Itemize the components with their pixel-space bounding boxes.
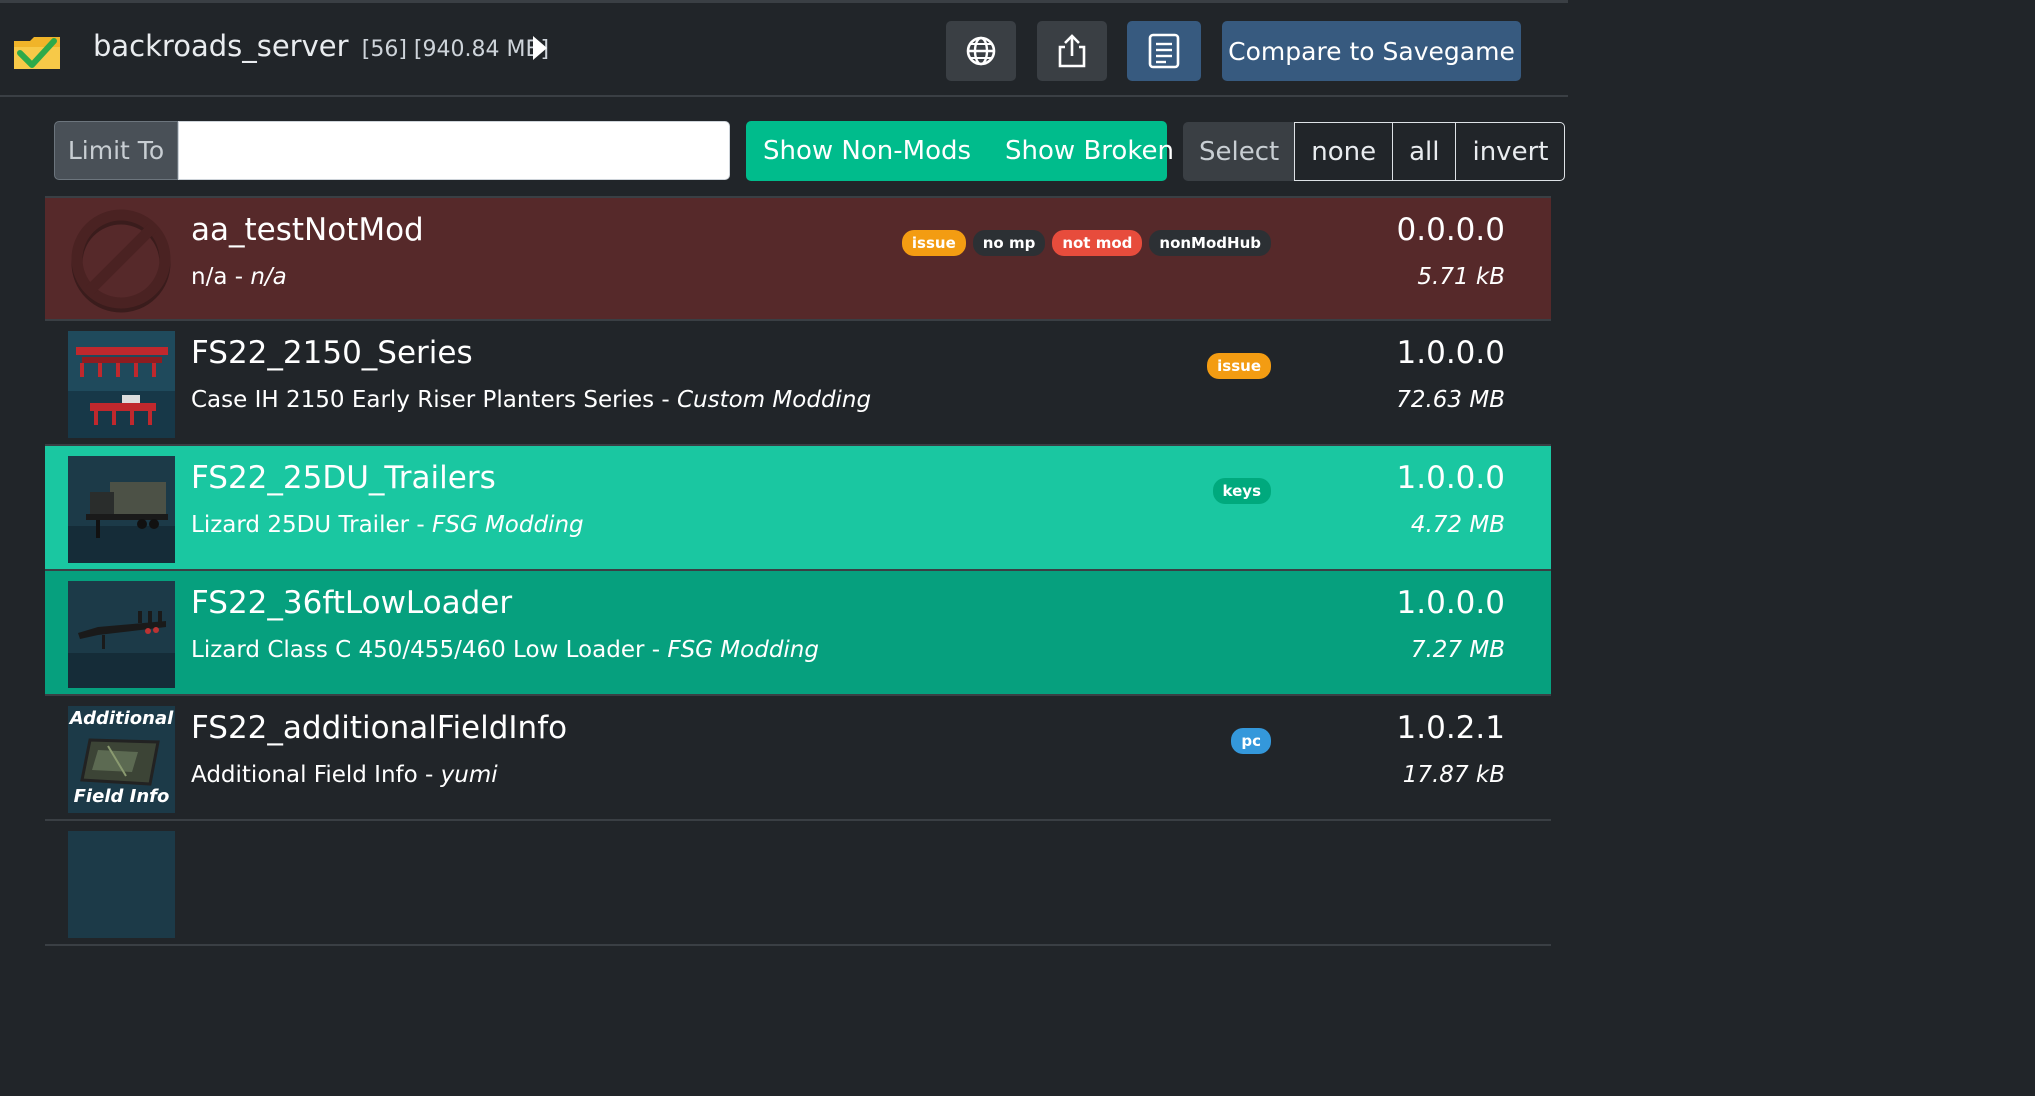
mod-author: FSG Modding xyxy=(431,512,584,538)
select-none-button[interactable]: none xyxy=(1294,122,1394,181)
badge-pc: pc xyxy=(1231,728,1271,754)
mod-title: Lizard Class C 450/455/460 Low Loader xyxy=(191,637,645,663)
mod-row[interactable]: FS22_2150_Series Case IH 2150 Early Rise… xyxy=(45,321,1551,446)
mod-author: Custom Modding xyxy=(677,387,872,413)
compare-savegame-label: Compare to Savegame xyxy=(1228,36,1515,66)
mod-description: Lizard 25DU Trailer - FSG Modding xyxy=(191,512,584,538)
filter-toggle-group: Show Non-Mods Show Broken xyxy=(746,121,1174,181)
play-icon[interactable] xyxy=(532,35,548,61)
select-invert-button[interactable]: invert xyxy=(1455,122,1566,181)
share-icon xyxy=(1058,34,1086,68)
show-non-mods-toggle[interactable]: Show Non-Mods xyxy=(746,136,988,166)
not-allowed-icon xyxy=(71,209,171,313)
mod-name: FS22_additionalFieldInfo xyxy=(191,710,568,746)
compare-savegame-button[interactable]: Compare to Savegame xyxy=(1222,21,1521,81)
folder-check-icon xyxy=(14,37,60,69)
mod-size: 4.72 MB xyxy=(1410,512,1505,538)
mod-thumbnail xyxy=(68,581,175,688)
mod-row[interactable]: aa_testNotMod n/a - n/a issue no mp not … xyxy=(45,196,1551,321)
mod-description: Case IH 2150 Early Riser Planters Series… xyxy=(191,387,872,413)
mod-author: FSG Modding xyxy=(667,637,819,663)
mod-size: 7.27 MB xyxy=(1410,637,1505,663)
notes-icon xyxy=(1148,33,1180,69)
select-all-button[interactable]: all xyxy=(1392,122,1457,181)
mod-title: Additional Field Info xyxy=(191,762,418,788)
thumb-caption-top: Additional xyxy=(69,708,174,729)
share-button[interactable] xyxy=(1037,21,1107,81)
mod-thumbnail xyxy=(68,456,175,563)
mod-description: Additional Field Info - yumi xyxy=(191,762,498,788)
mod-row[interactable]: Additional Field Info FS22_additionalFie… xyxy=(45,696,1551,821)
globe-button[interactable] xyxy=(946,21,1016,81)
mod-version: 1.0.0.0 xyxy=(1396,585,1505,621)
badge-non-modhub: nonModHub xyxy=(1149,230,1271,256)
mod-list: aa_testNotMod n/a - n/a issue no mp not … xyxy=(45,196,1551,946)
mod-thumbnail xyxy=(68,331,175,438)
mod-name: aa_testNotMod xyxy=(191,212,424,248)
collection-title: backroads_server [56] [940.84 MB] xyxy=(93,29,549,63)
collection-name: backroads_server xyxy=(93,29,349,63)
mod-size: 17.87 kB xyxy=(1402,762,1505,788)
collection-header: backroads_server [56] [940.84 MB] Compar… xyxy=(0,3,1568,97)
mod-name: FS22_25DU_Trailers xyxy=(191,460,496,496)
mod-author: yumi xyxy=(440,762,498,788)
mod-row[interactable]: FS22_36ftLowLoader Lizard Class C 450/45… xyxy=(45,571,1551,696)
badge-issue: issue xyxy=(901,230,966,256)
mod-title: n/a xyxy=(191,264,228,290)
show-broken-toggle[interactable]: Show Broken xyxy=(988,136,1191,166)
mod-version: 1.0.0.0 xyxy=(1396,460,1505,496)
badge-issue: issue xyxy=(1207,353,1271,379)
badge-group: issue no mp not mod nonModHub xyxy=(901,230,1271,256)
mod-size: 5.71 kB xyxy=(1417,264,1505,290)
mod-description: Lizard Class C 450/455/460 Low Loader - … xyxy=(191,637,819,663)
mod-version: 0.0.0.0 xyxy=(1396,212,1505,248)
mod-row-partial[interactable] xyxy=(45,821,1551,946)
mod-version: 1.0.2.1 xyxy=(1396,710,1505,746)
select-button-group: Select none all invert xyxy=(1183,122,1566,181)
badge-group: issue xyxy=(1207,353,1271,379)
mod-author: n/a xyxy=(250,264,287,290)
mod-thumbnail xyxy=(68,831,175,938)
limit-to-input[interactable] xyxy=(178,121,730,180)
globe-icon xyxy=(966,36,996,66)
mod-title: Lizard 25DU Trailer xyxy=(191,512,410,538)
mod-size: 72.63 MB xyxy=(1396,387,1505,413)
badge-keys: keys xyxy=(1212,478,1271,504)
mod-thumbnail: Additional Field Info xyxy=(68,706,175,813)
limit-to-label: Limit To xyxy=(54,121,178,180)
badge-not-mod: not mod xyxy=(1052,230,1143,256)
badge-group: pc xyxy=(1231,728,1271,754)
mod-description: n/a - n/a xyxy=(191,264,287,290)
notes-button[interactable] xyxy=(1127,21,1201,81)
mod-row[interactable]: FS22_25DU_Trailers Lizard 25DU Trailer -… xyxy=(45,446,1551,571)
mod-name: FS22_2150_Series xyxy=(191,335,473,371)
badge-no-mp: no mp xyxy=(972,230,1046,256)
collection-meta: [56] [940.84 MB] xyxy=(361,37,550,62)
badge-group: keys xyxy=(1212,478,1271,504)
select-label: Select xyxy=(1183,122,1296,181)
mod-version: 1.0.0.0 xyxy=(1396,335,1505,371)
mod-name: FS22_36ftLowLoader xyxy=(191,585,513,621)
thumb-caption-bottom: Field Info xyxy=(73,786,170,807)
mod-title: Case IH 2150 Early Riser Planters Series xyxy=(191,387,655,413)
